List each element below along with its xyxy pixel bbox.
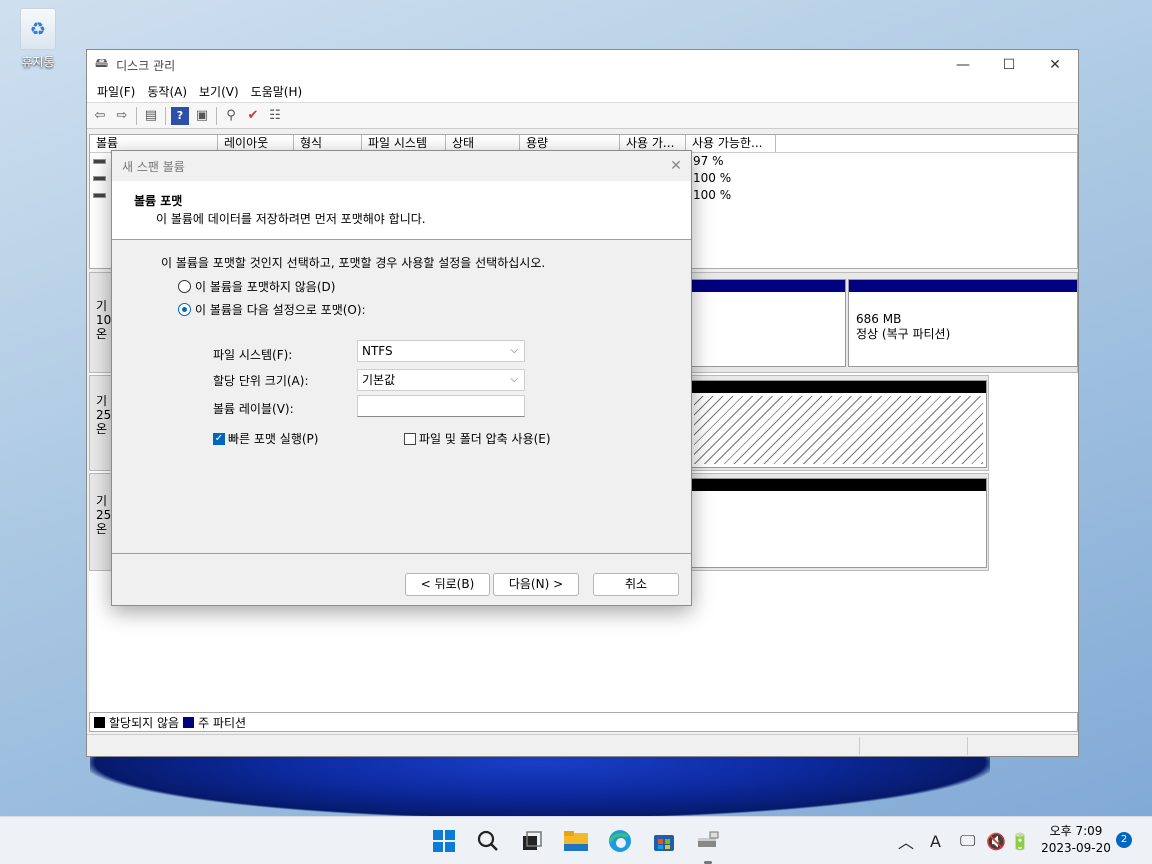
radio-circle[interactable] bbox=[178, 280, 191, 293]
recycle-bin-icon: ♻ bbox=[20, 8, 56, 50]
header-subtitle: 이 볼륨에 데이터를 저장하려면 먼저 포맷해야 합니다. bbox=[156, 212, 426, 226]
menu-help[interactable]: 도움말(H) bbox=[245, 83, 309, 100]
task-view-icon[interactable] bbox=[516, 825, 548, 857]
help-icon[interactable]: ? bbox=[171, 106, 189, 125]
recycle-bin[interactable]: ♻ 휴지통 bbox=[10, 8, 66, 70]
search-icon[interactable] bbox=[472, 825, 504, 857]
toolbar: ⇦ ⇨ ▤ ? ▣ ⚲ ✔ ☷ bbox=[87, 102, 1078, 129]
back-arrow-icon[interactable]: ⇦ bbox=[91, 107, 109, 125]
recovery-partition[interactable]: 686 MB 정상 (복구 파티션) bbox=[848, 279, 1078, 367]
wizard-body: 이 볼륨을 포맷할 것인지 선택하고, 포맷할 경우 사용할 설정을 선택하십시… bbox=[112, 240, 691, 554]
clock-date: 2023-09-20 bbox=[1041, 841, 1111, 855]
partition[interactable] bbox=[690, 279, 846, 367]
checklist-icon[interactable]: ✔ bbox=[244, 107, 262, 125]
chevron-down-icon: ⌵ bbox=[510, 374, 518, 385]
maximize-button[interactable]: ☐ bbox=[986, 50, 1032, 80]
footer-divider bbox=[112, 553, 691, 554]
action-pane-icon[interactable]: ▣ bbox=[193, 107, 211, 125]
quick-format-checkbox[interactable]: ✓ 빠른 포맷 실행(P) bbox=[213, 430, 318, 447]
start-icon[interactable] bbox=[428, 825, 460, 857]
close-button[interactable]: ✕ bbox=[1032, 50, 1078, 80]
legend-primary: 주 파티션 bbox=[198, 715, 247, 730]
header-title: 볼륨 포맷 bbox=[134, 194, 183, 208]
alloc-label: 할당 단위 크기(A): bbox=[213, 374, 309, 388]
ime-indicator[interactable]: A bbox=[930, 817, 941, 864]
dialog-title-bar: 새 스팬 볼륨 ✕ bbox=[112, 151, 691, 181]
col-free-space[interactable]: 사용 가능한... bbox=[686, 135, 776, 152]
disk-management-taskbar-icon[interactable] bbox=[692, 825, 724, 857]
new-spanned-volume-wizard: 새 스팬 볼륨 ✕ 볼륨 포맷 이 볼륨에 데이터를 저장하려면 먼저 포맷해야… bbox=[111, 150, 692, 606]
dialog-close-icon[interactable]: ✕ bbox=[661, 158, 691, 174]
menu-view[interactable]: 보기(V) bbox=[193, 83, 245, 100]
recycle-bin-label: 휴지통 bbox=[21, 55, 55, 69]
network-icon[interactable]: 🖵 bbox=[960, 817, 975, 864]
title-bar: 🖴 디스크 관리 — ☐ ✕ bbox=[87, 50, 1078, 80]
edge-icon[interactable] bbox=[604, 825, 636, 857]
wizard-header: 볼륨 포맷 이 볼륨에 데이터를 저장하려면 먼저 포맷해야 합니다. bbox=[112, 181, 691, 240]
taskbar: ︿ A 🖵 🔇 🔋 오후 7:09 2023-09-20 bbox=[0, 816, 1152, 864]
properties-icon[interactable]: ☷ bbox=[266, 107, 284, 125]
unallocated-space[interactable] bbox=[690, 478, 987, 568]
drive-icon bbox=[93, 193, 106, 198]
legend-unallocated: 할당되지 않음 bbox=[109, 715, 180, 730]
status-bar bbox=[87, 734, 1078, 756]
drive-icon bbox=[93, 176, 106, 181]
file-system-select[interactable]: NTFS ⌵ bbox=[357, 340, 525, 362]
next-button[interactable]: 다음(N) > bbox=[493, 573, 579, 596]
menu-bar: 파일(F) 동작(A) 보기(V) 도움말(H) bbox=[87, 80, 1078, 102]
wallpaper-bloom bbox=[90, 756, 990, 818]
minimize-button[interactable]: — bbox=[940, 50, 986, 80]
checkbox-checked[interactable]: ✓ bbox=[213, 432, 225, 445]
back-button[interactable]: < 뒤로(B) bbox=[405, 573, 490, 596]
file-explorer-icon[interactable] bbox=[560, 825, 592, 857]
radio-no-format[interactable]: 이 볼륨을 포맷하지 않음(D) bbox=[178, 278, 335, 295]
clock-time: 오후 7:09 bbox=[1049, 824, 1103, 838]
console-tree-icon[interactable]: ▤ bbox=[142, 107, 160, 125]
recovery-status: 정상 (복구 파티션) bbox=[856, 327, 951, 341]
drive-icon bbox=[93, 159, 106, 164]
dialog-title: 새 스팬 볼륨 bbox=[122, 159, 185, 174]
notification-badge[interactable]: 2 bbox=[1116, 832, 1132, 848]
volume-muted-icon[interactable]: 🔇 bbox=[986, 817, 1006, 864]
instruction-text: 이 볼륨을 포맷할 것인지 선택하고, 포맷할 경우 사용할 설정을 선택하십시… bbox=[161, 256, 546, 270]
menu-file[interactable]: 파일(F) bbox=[91, 83, 141, 100]
volume-label-input[interactable] bbox=[357, 395, 525, 417]
menu-action[interactable]: 동작(A) bbox=[141, 83, 193, 100]
radio-format[interactable]: 이 볼륨을 다음 설정으로 포맷(O): bbox=[178, 301, 366, 318]
chevron-down-icon: ⌵ bbox=[510, 345, 518, 356]
primary-swatch bbox=[183, 716, 195, 728]
allocation-unit-select[interactable]: 기본값 ⌵ bbox=[357, 369, 525, 391]
battery-icon[interactable]: 🔋 bbox=[1010, 817, 1030, 864]
chevron-up-icon[interactable]: ︿ bbox=[898, 817, 914, 864]
legend: 할당되지 않음 주 파티션 bbox=[89, 712, 1078, 732]
compression-checkbox[interactable]: 파일 및 폴더 압축 사용(E) bbox=[404, 430, 551, 447]
recovery-size: 686 MB bbox=[856, 312, 902, 326]
store-icon[interactable] bbox=[648, 825, 680, 857]
window-title: 디스크 관리 bbox=[116, 58, 176, 73]
connect-icon[interactable]: ⚲ bbox=[222, 107, 240, 125]
cancel-button[interactable]: 취소 bbox=[593, 573, 679, 596]
clock[interactable]: 오후 7:09 2023-09-20 bbox=[1038, 823, 1114, 857]
fs-label: 파일 시스템(F): bbox=[213, 348, 293, 362]
radio-circle-selected[interactable] bbox=[178, 303, 191, 316]
unallocated-space[interactable] bbox=[690, 380, 987, 468]
disk-management-icon: 🖴 bbox=[95, 56, 109, 71]
forward-arrow-icon[interactable]: ⇨ bbox=[113, 107, 131, 125]
unallocated-swatch bbox=[94, 716, 105, 728]
checkbox[interactable] bbox=[404, 432, 416, 445]
volume-label-label: 볼륨 레이블(V): bbox=[213, 402, 294, 416]
